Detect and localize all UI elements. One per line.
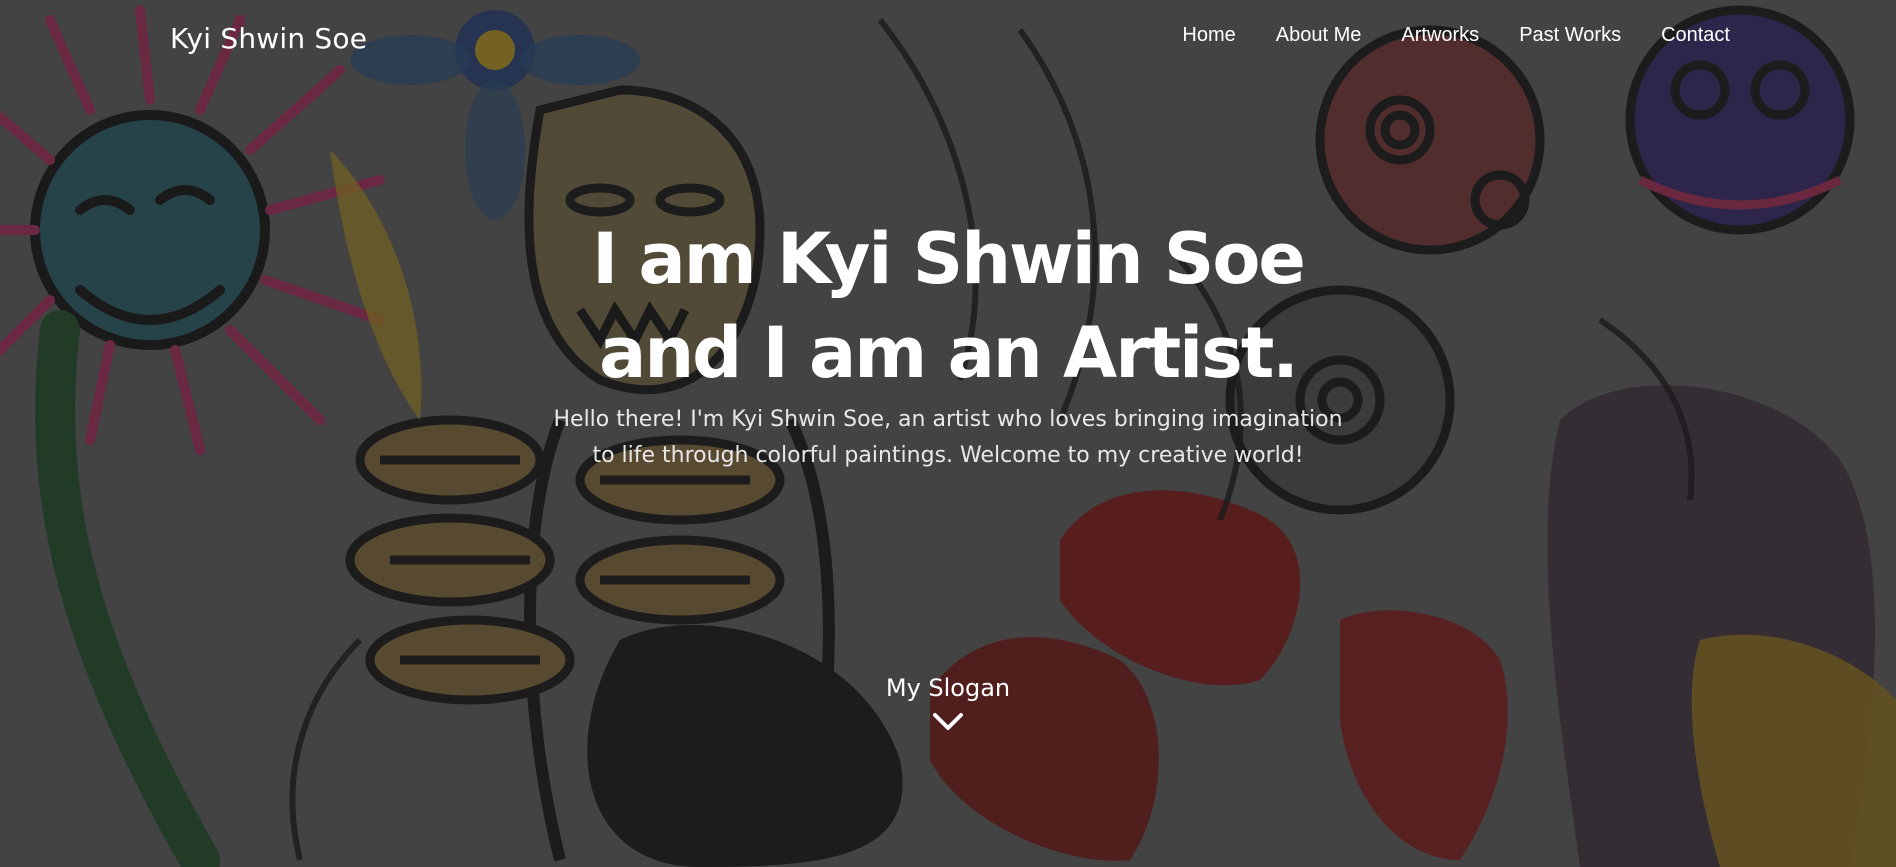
nav-link-about-me[interactable]: About Me [1276, 24, 1362, 47]
brand-logo-link[interactable]: Kyi Shwin Soe [170, 22, 367, 55]
nav-link-home[interactable]: Home [1182, 24, 1235, 47]
nav-link-artworks[interactable]: Artworks [1401, 24, 1479, 47]
main-nav: Home About Me Artworks Past Works Contac… [1142, 24, 1730, 47]
nav-link-contact[interactable]: Contact [1661, 24, 1730, 47]
hero-section: Kyi Shwin Soe Home About Me Artworks Pas… [0, 0, 1896, 867]
hero-headline-line-1: I am Kyi Shwin Soe [592, 218, 1306, 300]
hero-slogan: My Slogan [885, 674, 1011, 702]
hero-intro-text: Hello there! I'm Kyi Shwin Soe, an artis… [553, 407, 1343, 468]
hero-headline: I am Kyi Shwin Soe and I am an Artist. [0, 212, 1896, 400]
nav-link-past-works[interactable]: Past Works [1519, 24, 1621, 47]
chevron-down-icon[interactable] [932, 710, 964, 734]
navbar: Kyi Shwin Soe Home About Me Artworks Pas… [0, 0, 1896, 80]
hero-headline-line-2: and I am an Artist. [599, 312, 1299, 394]
